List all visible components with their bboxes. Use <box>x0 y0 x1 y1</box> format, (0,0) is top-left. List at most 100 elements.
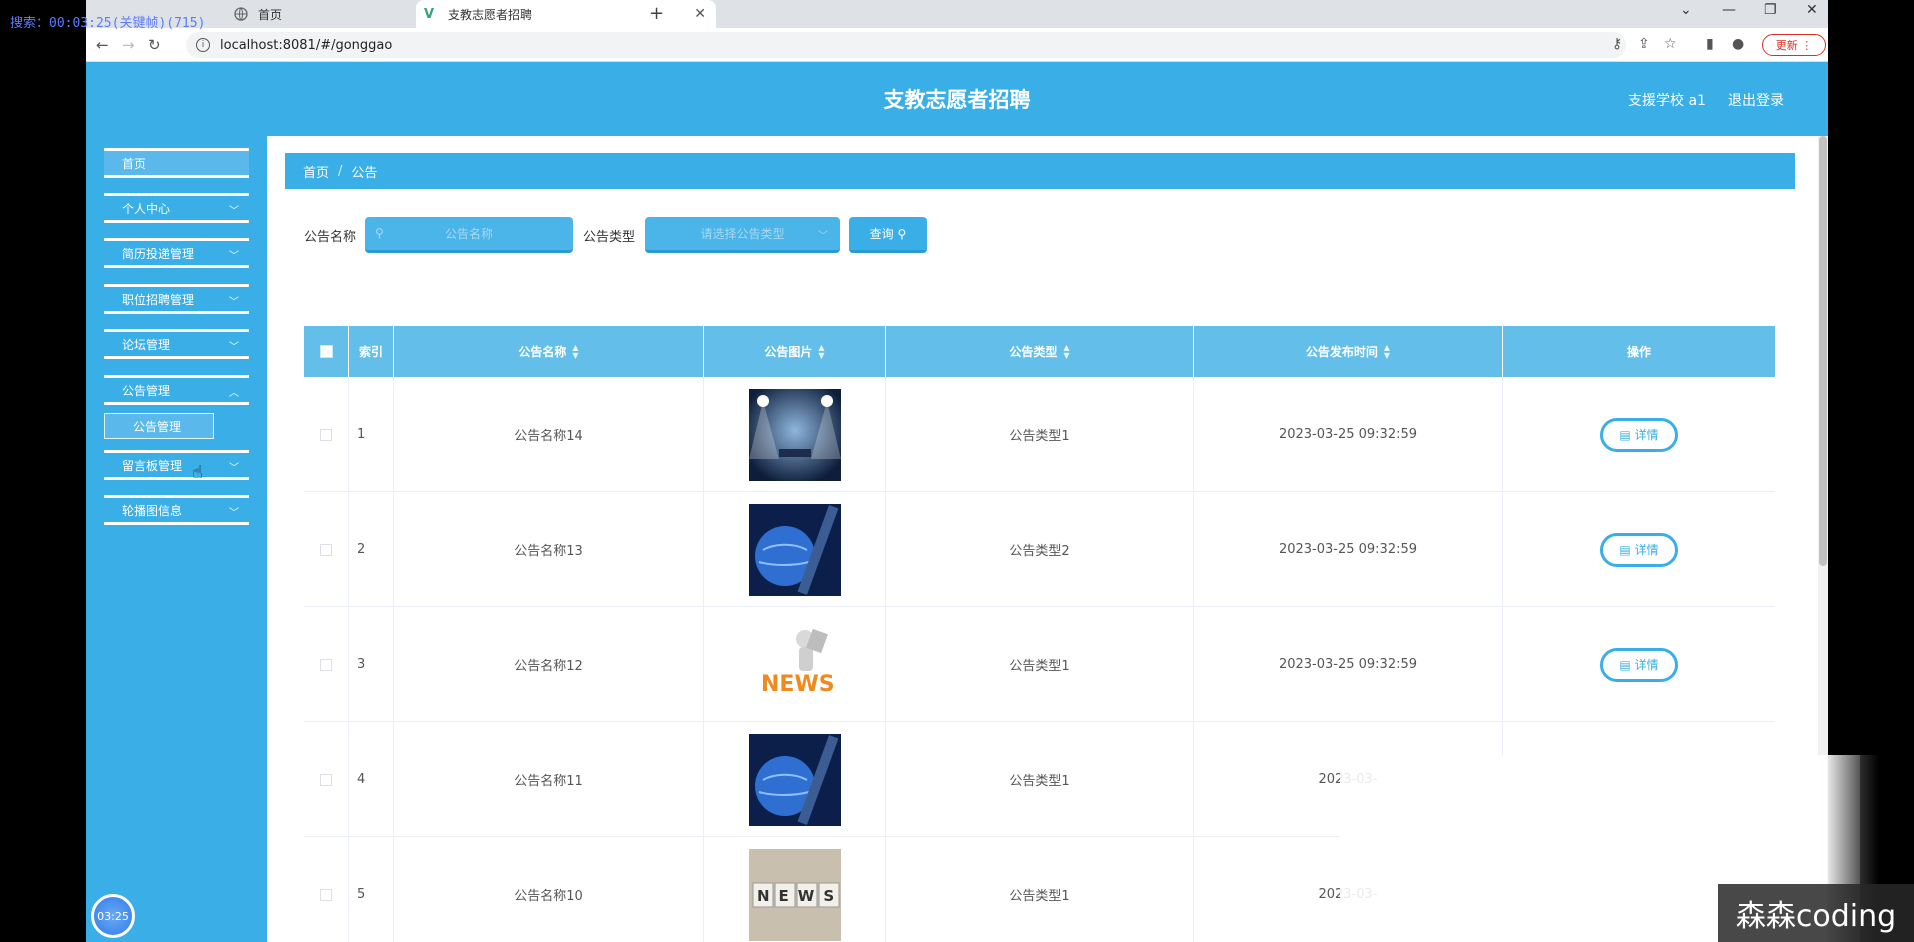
sidebar-subitem-notice[interactable]: 公告管理 <box>104 413 214 439</box>
sidebar-item-notice[interactable]: 公告管理 ︿ <box>104 375 249 405</box>
window-close-icon[interactable]: ✕ <box>1806 2 1818 18</box>
watermark: 森森coding <box>1718 884 1914 942</box>
sidebar: 首页 个人中心 ﹀ 简历投递管理 ﹀ 职位招聘管理 ﹀ 论坛管理 ﹀ 公告管理 ︿ 公告管… <box>86 136 267 942</box>
news-cubes-image: NEWS <box>748 848 841 941</box>
search-icon: ⚲ <box>897 226 907 241</box>
key-icon[interactable]: ⚷ <box>1612 36 1622 52</box>
cell-name: 公告名称14 <box>394 377 704 492</box>
document-icon: ▤ <box>1619 657 1631 672</box>
search-icon: ⚲ <box>375 226 384 240</box>
sidebar-item-label: 公告管理 <box>122 383 171 398</box>
row-checkbox[interactable] <box>320 658 332 671</box>
sidebar-item-home[interactable]: 首页 <box>104 148 249 178</box>
col-image[interactable]: 公告图片 ▲ ▼ <box>704 326 886 377</box>
row-checkbox-cell <box>304 492 349 607</box>
sidebar-item-messages[interactable]: 留言板管理 ﹀ <box>104 450 249 480</box>
sidebar-item-resume[interactable]: 简历投递管理 ﹀ <box>104 238 249 268</box>
chevron-down-icon: ﹀ <box>229 251 239 262</box>
row-checkbox-cell <box>304 837 349 942</box>
restore-icon[interactable]: ❐ <box>1764 2 1777 18</box>
chevron-down-icon: ﹀ <box>229 206 239 217</box>
notice-name-input[interactable]: ⚲ 公告名称 <box>365 217 573 253</box>
profile-icon[interactable]: ● <box>1732 36 1744 52</box>
row-checkbox[interactable] <box>320 543 332 556</box>
sidebar-item-jobs[interactable]: 职位招聘管理 ﹀ <box>104 284 249 314</box>
star-icon[interactable]: ☆ <box>1664 36 1677 52</box>
browser-tab-active[interactable]: V 支教志愿者招聘 ✕ <box>416 0 716 28</box>
col-type[interactable]: 公告类型 ▲ ▼ <box>886 326 1194 377</box>
sidebar-item-label: 轮播图信息 <box>122 503 183 518</box>
detail-button[interactable]: ▤ 详情 <box>1600 417 1678 452</box>
row-checkbox[interactable] <box>320 773 332 786</box>
col-index: 索引 <box>349 326 394 377</box>
col-time[interactable]: 公告发布时间 ▲ ▼ <box>1194 326 1503 377</box>
chevron-down-icon: ﹀ <box>818 231 828 242</box>
sidebar-item-forum[interactable]: 论坛管理 ﹀ <box>104 329 249 359</box>
cell-image <box>704 722 886 837</box>
plus-icon[interactable]: + <box>649 3 664 24</box>
detail-label: 详情 <box>1634 543 1659 557</box>
sort-icon[interactable]: ▲ ▼ <box>818 343 824 360</box>
browser-tab-label: 支教志愿者招聘 <box>448 7 533 22</box>
info-icon[interactable]: i <box>196 38 210 52</box>
chevron-down-icon: ﹀ <box>229 297 239 308</box>
select-all-checkbox[interactable] <box>319 345 333 358</box>
cell-name: 公告名称10 <box>394 837 704 942</box>
col-name[interactable]: 公告名称 ▲ ▼ <box>394 326 704 377</box>
query-button[interactable]: 查询 ⚲ <box>849 217 927 253</box>
cell-image <box>704 377 886 492</box>
update-button[interactable]: 更新 ⋮ <box>1762 34 1826 56</box>
forward-icon[interactable]: → <box>122 36 135 54</box>
mouse-cursor-icon: ☝ <box>192 462 203 483</box>
chevron-up-icon: ︿ <box>229 388 239 399</box>
cell-time: 2023-03-25 09:32:59 <box>1194 492 1503 607</box>
close-icon[interactable]: ✕ <box>694 6 706 22</box>
cell-index: 1 <box>349 377 394 492</box>
notice-type-select[interactable]: 请选择公告类型 ﹀ <box>645 217 840 253</box>
detail-button[interactable]: ▤ 详情 <box>1600 647 1678 682</box>
url-text: localhost:8081/#/gonggao <box>220 37 393 53</box>
sidebar-item-label: 职位招聘管理 <box>122 292 195 307</box>
col-label: 索引 <box>358 345 383 359</box>
back-icon[interactable]: ← <box>96 36 109 54</box>
detail-button[interactable]: ▤ 详情 <box>1600 532 1678 567</box>
breadcrumb-home[interactable]: 首页 <box>303 162 329 181</box>
sidebar-item-label: 首页 <box>122 156 147 171</box>
update-label: 更新 <box>1775 39 1798 52</box>
sidebar-item-carousel[interactable]: 轮播图信息 ﹀ <box>104 495 249 525</box>
table-header: 索引 公告名称 ▲ ▼ 公告图片 ▲ ▼ 公告类型 ▲ ▼ 公告发布时间 ▲ ▼ 操作 <box>304 326 1775 377</box>
cell-image <box>704 492 886 607</box>
row-checkbox[interactable] <box>320 888 332 901</box>
sort-icon[interactable]: ▲ ▼ <box>1384 343 1390 360</box>
url-field[interactable]: i localhost:8081/#/gonggao <box>186 32 1626 58</box>
vue-logo-icon: V <box>424 7 435 22</box>
recording-timer: 03:25 <box>91 894 135 938</box>
col-label: 操作 <box>1626 345 1651 359</box>
recorder-overlay-text: 搜索：00:03:25(关键帧)(715) <box>10 16 206 31</box>
notice-type-placeholder: 请选择公告类型 <box>700 227 785 241</box>
col-label: 公告图片 <box>764 345 813 359</box>
row-checkbox[interactable] <box>320 428 332 441</box>
row-checkbox-cell <box>304 722 349 837</box>
select-all-cell <box>304 326 349 377</box>
sort-icon[interactable]: ▲ ▼ <box>1063 343 1069 360</box>
sidepanel-icon[interactable]: ▮ <box>1706 36 1714 52</box>
minimize-icon[interactable]: — <box>1722 2 1736 18</box>
logout-link[interactable]: 退出登录 <box>1728 90 1784 110</box>
chevron-down-icon: ﹀ <box>229 463 239 474</box>
document-icon: ▤ <box>1619 542 1631 557</box>
sidebar-item-profile[interactable]: 个人中心 ﹀ <box>104 193 249 223</box>
row-checkbox-cell <box>304 607 349 722</box>
reload-icon[interactable]: ↻ <box>148 36 161 54</box>
page-title: 支教志愿者招聘 <box>883 88 1031 112</box>
row-checkbox-cell <box>304 377 349 492</box>
cell-index: 3 <box>349 607 394 722</box>
share-icon[interactable]: ⇪ <box>1638 36 1650 52</box>
browser-addressbar: ← → ↻ i localhost:8081/#/gonggao ⚷ ⇪ ☆ ▮… <box>86 28 1828 62</box>
current-user: 支援学校 a1 <box>1628 93 1706 109</box>
cell-type: 公告类型1 <box>886 722 1194 837</box>
scrollbar-thumb[interactable] <box>1819 136 1827 566</box>
col-actions: 操作 <box>1503 326 1775 377</box>
chevron-down-icon[interactable]: ⌄ <box>1680 2 1692 18</box>
sort-icon[interactable]: ▲ ▼ <box>572 343 578 360</box>
